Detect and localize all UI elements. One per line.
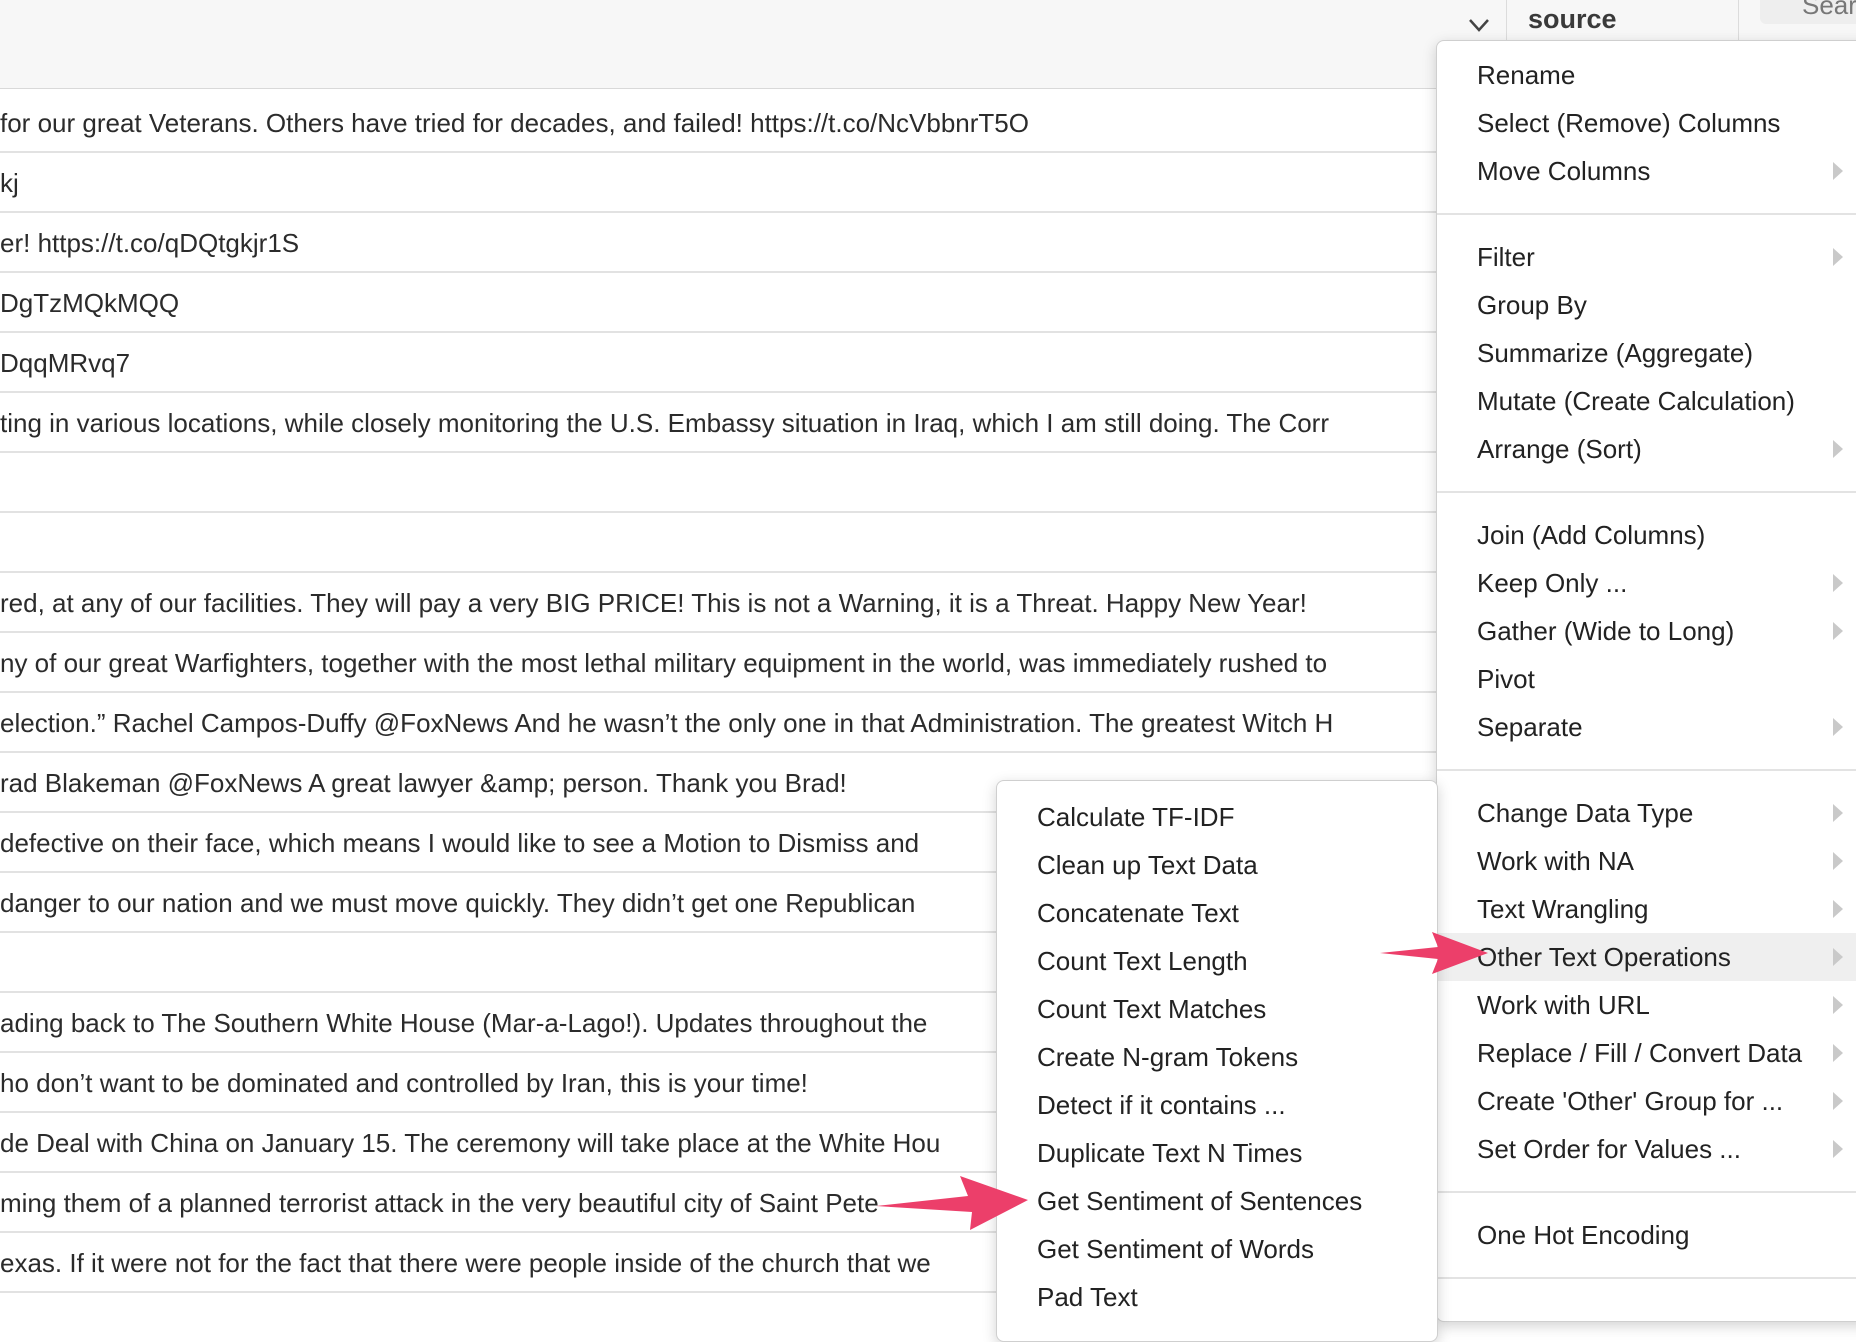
submenu-arrow-icon xyxy=(1833,900,1843,918)
table-row[interactable]: red, at any of our facilities. They will… xyxy=(0,573,1460,633)
submenu-arrow-icon xyxy=(1833,162,1843,180)
menu-item-create-other-group[interactable]: Create 'Other' Group for ... xyxy=(1437,1077,1856,1125)
table-row[interactable]: election.” Rachel Campos-Duffy @FoxNews … xyxy=(0,693,1460,753)
submenu-arrow-icon xyxy=(1833,948,1843,966)
menu-item-label: Replace / Fill / Convert Data xyxy=(1477,1038,1803,1068)
submenu-arrow-icon xyxy=(1833,1140,1843,1158)
menu-divider xyxy=(1437,1191,1856,1193)
menu-divider xyxy=(1437,491,1856,493)
column-header-source[interactable]: source xyxy=(1528,4,1617,35)
menu-item-label: Gather (Wide to Long) xyxy=(1477,616,1735,646)
submenu-arrow-icon xyxy=(1833,1092,1843,1110)
table-row[interactable] xyxy=(0,513,1460,573)
menu-divider xyxy=(1437,1277,1856,1279)
menu-item-label: Change Data Type xyxy=(1477,798,1694,828)
menu-item-label: Separate xyxy=(1477,712,1583,742)
menu-item-summarize[interactable]: Summarize (Aggregate) xyxy=(1437,329,1856,377)
submenu-arrow-icon xyxy=(1833,718,1843,736)
menu-item-label: Summarize (Aggregate) xyxy=(1477,338,1753,368)
submenu-arrow-icon xyxy=(1833,852,1843,870)
menu-divider xyxy=(1437,769,1856,771)
chevron-down-icon[interactable] xyxy=(1462,12,1496,38)
submenu-item-get-sentiment-words[interactable]: Get Sentiment of Words xyxy=(997,1225,1437,1273)
submenu-item-get-sentiment-sentences[interactable]: Get Sentiment of Sentences xyxy=(997,1177,1437,1225)
submenu-arrow-icon xyxy=(1833,622,1843,640)
submenu-item-calculate-tf-idf[interactable]: Calculate TF-IDF xyxy=(997,793,1437,841)
table-row[interactable]: kj xyxy=(0,153,1460,213)
submenu-item-duplicate-text[interactable]: Duplicate Text N Times xyxy=(997,1129,1437,1177)
menu-item-arrange[interactable]: Arrange (Sort) xyxy=(1437,425,1856,473)
menu-item-label: Arrange (Sort) xyxy=(1477,434,1642,464)
table-row[interactable]: ting in various locations, while closely… xyxy=(0,393,1460,453)
menu-item-label: Group By xyxy=(1477,290,1587,320)
menu-item-move-columns[interactable]: Move Columns xyxy=(1437,147,1856,195)
menu-item-label: Text Wrangling xyxy=(1477,894,1649,924)
submenu-item-count-text-matches[interactable]: Count Text Matches xyxy=(997,985,1437,1033)
menu-item-separate[interactable]: Separate xyxy=(1437,703,1856,751)
menu-item-change-data-type[interactable]: Change Data Type xyxy=(1437,789,1856,837)
search-input[interactable]: Sear xyxy=(1760,0,1856,24)
submenu-item-count-text-length[interactable]: Count Text Length xyxy=(997,937,1437,985)
submenu-arrow-icon xyxy=(1833,574,1843,592)
menu-item-label: Filter xyxy=(1477,242,1535,272)
menu-item-keep-only[interactable]: Keep Only ... xyxy=(1437,559,1856,607)
submenu-item-detect-contains[interactable]: Detect if it contains ... xyxy=(997,1081,1437,1129)
menu-item-other-text-operations[interactable]: Other Text Operations xyxy=(1437,933,1856,981)
menu-divider xyxy=(1437,213,1856,215)
table-row[interactable]: DqqMRvq7 xyxy=(0,333,1460,393)
menu-item-filter[interactable]: Filter xyxy=(1437,233,1856,281)
submenu-arrow-icon xyxy=(1833,804,1843,822)
table-row[interactable] xyxy=(0,453,1460,513)
menu-item-label: Set Order for Values ... xyxy=(1477,1134,1741,1164)
menu-item-pivot[interactable]: Pivot xyxy=(1437,655,1856,703)
menu-item-gather[interactable]: Gather (Wide to Long) xyxy=(1437,607,1856,655)
menu-item-label: Select (Remove) Columns xyxy=(1477,108,1781,138)
submenu-item-create-ngram-tokens[interactable]: Create N-gram Tokens xyxy=(997,1033,1437,1081)
submenu-item-pad-text[interactable]: Pad Text xyxy=(997,1273,1437,1321)
submenu-arrow-icon xyxy=(1833,1044,1843,1062)
menu-item-label: Other Text Operations xyxy=(1477,942,1731,972)
menu-item-label: Mutate (Create Calculation) xyxy=(1477,386,1795,416)
menu-item-label: Create 'Other' Group for ... xyxy=(1477,1086,1784,1116)
menu-item-label: Work with URL xyxy=(1477,990,1650,1020)
submenu-item-concatenate-text[interactable]: Concatenate Text xyxy=(997,889,1437,937)
menu-item-label: Join (Add Columns) xyxy=(1477,520,1706,550)
menu-item-work-with-url[interactable]: Work with URL xyxy=(1437,981,1856,1029)
menu-item-label: Keep Only ... xyxy=(1477,568,1628,598)
table-row[interactable]: ny of our great Warfighters, together wi… xyxy=(0,633,1460,693)
other-text-operations-submenu: Calculate TF-IDF Clean up Text Data Conc… xyxy=(996,780,1438,1342)
menu-item-label: Pivot xyxy=(1477,664,1535,694)
annotation-arrow-icon xyxy=(876,1176,1028,1230)
column-context-menu: Rename Select (Remove) Columns Move Colu… xyxy=(1436,40,1856,1322)
menu-item-mutate[interactable]: Mutate (Create Calculation) xyxy=(1437,377,1856,425)
table-row[interactable]: er! https://t.co/qDQtgkjr1S xyxy=(0,213,1460,273)
menu-item-replace-fill-convert[interactable]: Replace / Fill / Convert Data xyxy=(1437,1029,1856,1077)
menu-item-rename[interactable]: Rename xyxy=(1437,51,1856,99)
menu-item-select-columns[interactable]: Select (Remove) Columns xyxy=(1437,99,1856,147)
menu-item-work-with-na[interactable]: Work with NA xyxy=(1437,837,1856,885)
annotation-arrow-icon xyxy=(1380,932,1488,974)
menu-item-label: Rename xyxy=(1477,60,1576,90)
menu-item-set-order[interactable]: Set Order for Values ... xyxy=(1437,1125,1856,1173)
menu-item-label: One Hot Encoding xyxy=(1477,1220,1690,1250)
menu-item-join[interactable]: Join (Add Columns) xyxy=(1437,511,1856,559)
menu-item-text-wrangling[interactable]: Text Wrangling xyxy=(1437,885,1856,933)
table-row[interactable]: DgTzMQkMQQ xyxy=(0,273,1460,333)
submenu-item-clean-up-text[interactable]: Clean up Text Data xyxy=(997,841,1437,889)
menu-item-group-by[interactable]: Group By xyxy=(1437,281,1856,329)
menu-item-label: Move Columns xyxy=(1477,156,1651,186)
menu-item-one-hot-encoding[interactable]: One Hot Encoding xyxy=(1437,1211,1856,1259)
table-row[interactable]: for our great Veterans. Others have trie… xyxy=(0,93,1460,153)
menu-item-label: Work with NA xyxy=(1477,846,1634,876)
submenu-arrow-icon xyxy=(1833,248,1843,266)
submenu-arrow-icon xyxy=(1833,440,1843,458)
submenu-arrow-icon xyxy=(1833,996,1843,1014)
